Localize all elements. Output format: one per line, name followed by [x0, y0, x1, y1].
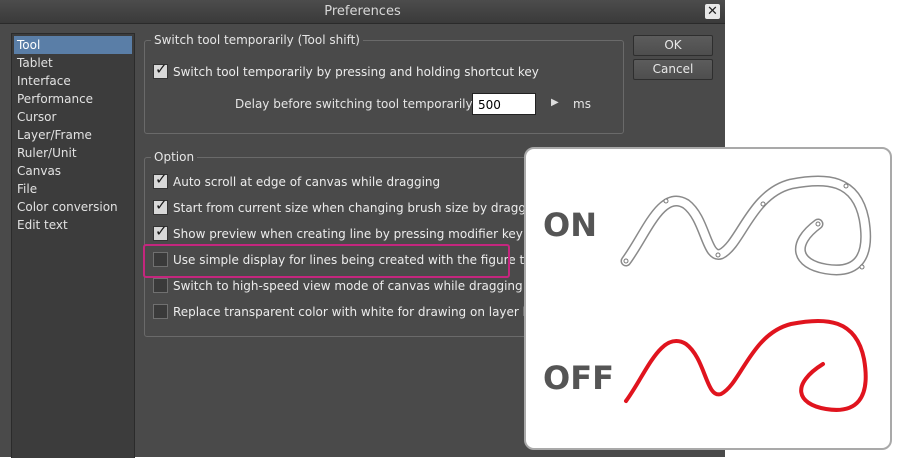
cancel-button[interactable]: Cancel [633, 59, 713, 80]
sidebar-item-tablet[interactable]: Tablet [12, 54, 134, 72]
sidebar-item-edit-text[interactable]: Edit text [12, 216, 134, 234]
sidebar-item-cursor[interactable]: Cursor [12, 108, 134, 126]
check-icon: ✓ [155, 196, 168, 214]
close-icon[interactable]: ✕ [705, 4, 720, 19]
highlight-frame [143, 244, 510, 278]
delay-label: Delay before switching tool temporarily(… [235, 97, 494, 111]
option-row-replace-transparent[interactable]: Replace transparent color with white for… [153, 303, 586, 321]
replace-transparent-checkbox[interactable] [153, 304, 168, 319]
comparison-callout: ON OFF [524, 147, 892, 450]
sidebar-item-tool[interactable]: Tool [14, 36, 132, 54]
brush-size-checkbox[interactable]: ✓ [153, 196, 168, 215]
category-list: Tool Tablet Interface Performance Cursor… [11, 33, 135, 458]
check-icon: ✓ [155, 222, 168, 240]
delay-unit: ms [573, 97, 591, 111]
sidebar-item-ruler-unit[interactable]: Ruler/Unit [12, 144, 134, 162]
sidebar-item-color-conversion[interactable]: Color conversion [12, 198, 134, 216]
sidebar-item-file[interactable]: File [12, 180, 134, 198]
switch-tool-checkbox[interactable]: ✓ [153, 60, 168, 79]
stroke-illustration [620, 175, 872, 412]
title-bar: Preferences ✕ [0, 0, 725, 24]
option-label: Auto scroll at edge of canvas while drag… [173, 175, 441, 189]
high-speed-view-checkbox[interactable] [153, 278, 168, 293]
option-row-show-preview[interactable]: ✓ Show preview when creating line by pres… [153, 222, 564, 243]
check-icon: ✓ [155, 170, 168, 188]
option-group-label: Option [151, 150, 198, 164]
auto-scroll-checkbox[interactable]: ✓ [153, 170, 168, 189]
switch-tool-checkbox-row[interactable]: ✓ Switch tool temporarily by pressing and… [153, 60, 539, 81]
sidebar-item-interface[interactable]: Interface [12, 72, 134, 90]
option-row-auto-scroll[interactable]: ✓ Auto scroll at edge of canvas while dra… [153, 170, 441, 191]
window-title: Preferences [324, 4, 401, 19]
sidebar-item-canvas[interactable]: Canvas [12, 162, 134, 180]
spin-arrow-icon[interactable]: ▶ [551, 97, 559, 108]
show-preview-checkbox[interactable]: ✓ [153, 222, 168, 241]
switch-tool-group-label: Switch tool temporarily (Tool shift) [151, 33, 363, 47]
normal-line [624, 318, 868, 412]
option-row-brush-size[interactable]: ✓ Start from current size when changing b… [153, 196, 586, 217]
switch-tool-group: Switch tool temporarily (Tool shift) [144, 33, 624, 134]
sidebar-item-performance[interactable]: Performance [12, 90, 134, 108]
sidebar-item-layer-frame[interactable]: Layer/Frame [12, 126, 134, 144]
ok-button[interactable]: OK [633, 35, 713, 56]
option-label: Show preview when creating line by press… [173, 227, 564, 241]
check-icon: ✓ [155, 60, 168, 78]
delay-input[interactable]: 500 [472, 93, 536, 115]
switch-tool-checkbox-label: Switch tool temporarily by pressing and … [173, 65, 539, 79]
